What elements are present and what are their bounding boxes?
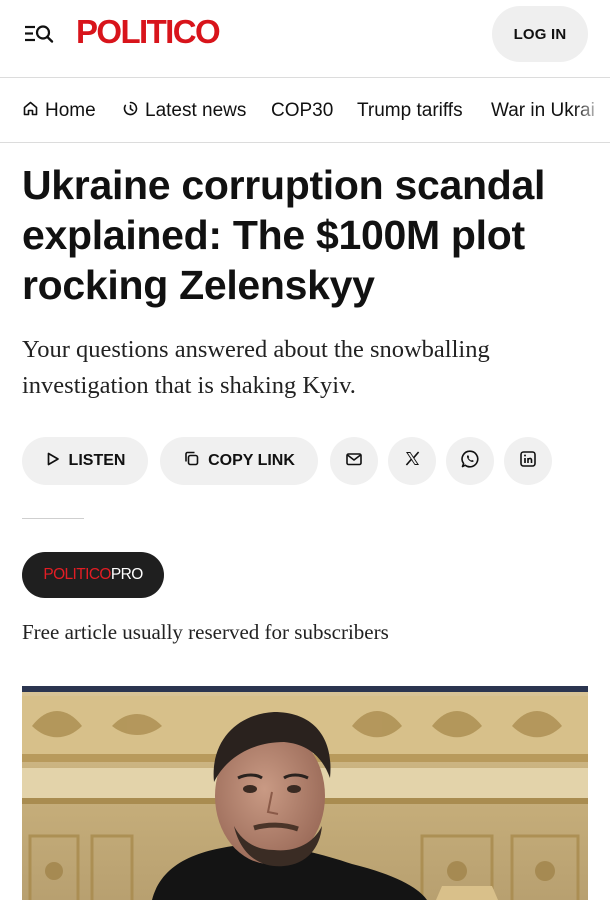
article-headline: Ukraine corruption scandal explained: Th… <box>22 162 546 308</box>
pro-badge-part1: POLITICO <box>43 566 111 583</box>
divider <box>22 518 84 519</box>
whatsapp-share-button[interactable] <box>446 437 494 485</box>
menu-search-icon[interactable] <box>22 20 56 48</box>
nav-item-label: COP30 <box>271 100 334 121</box>
play-icon <box>45 451 69 472</box>
copy-link-button[interactable]: COPY LINK <box>160 437 318 485</box>
email-icon <box>345 450 363 473</box>
free-article-note: Free article usually reserved for subscr… <box>22 620 389 644</box>
nav-item-latest-news[interactable]: Latest news <box>122 100 246 122</box>
nav-fade <box>574 79 610 142</box>
home-icon <box>22 100 45 123</box>
copy-icon <box>183 450 208 472</box>
whatsapp-icon <box>460 449 480 474</box>
site-header: POLITICO LOG IN <box>0 0 610 78</box>
politico-pro-badge[interactable]: POLITICO PRO <box>22 552 164 598</box>
nav-item-label: Latest news <box>145 100 247 121</box>
nav-item-cop30[interactable]: COP30 <box>271 100 333 122</box>
listen-label: LISTEN <box>68 452 126 469</box>
clock-icon <box>122 100 145 123</box>
listen-button[interactable]: LISTEN <box>22 437 148 485</box>
email-share-button[interactable] <box>330 437 378 485</box>
pro-badge-part2: PRO <box>110 566 143 583</box>
x-icon <box>404 450 421 472</box>
nav-item-label: Home <box>45 100 96 121</box>
article-dek: Your questions answered about the snowba… <box>22 336 490 399</box>
login-button[interactable]: LOG IN <box>492 6 588 62</box>
politico-logo[interactable]: POLITICO <box>76 12 221 52</box>
nav-item-label: Trump tariffs <box>357 100 463 121</box>
article-hero-image <box>22 686 588 900</box>
linkedin-share-button[interactable] <box>504 437 552 485</box>
linkedin-icon <box>519 450 537 473</box>
section-nav: Home Latest news COP30 Trump tariffs War… <box>0 79 610 143</box>
x-share-button[interactable] <box>388 437 436 485</box>
nav-item-trump-tariffs[interactable]: Trump tariffs <box>357 100 463 122</box>
nav-item-home[interactable]: Home <box>22 100 96 122</box>
copy-link-label: COPY LINK <box>208 452 295 469</box>
